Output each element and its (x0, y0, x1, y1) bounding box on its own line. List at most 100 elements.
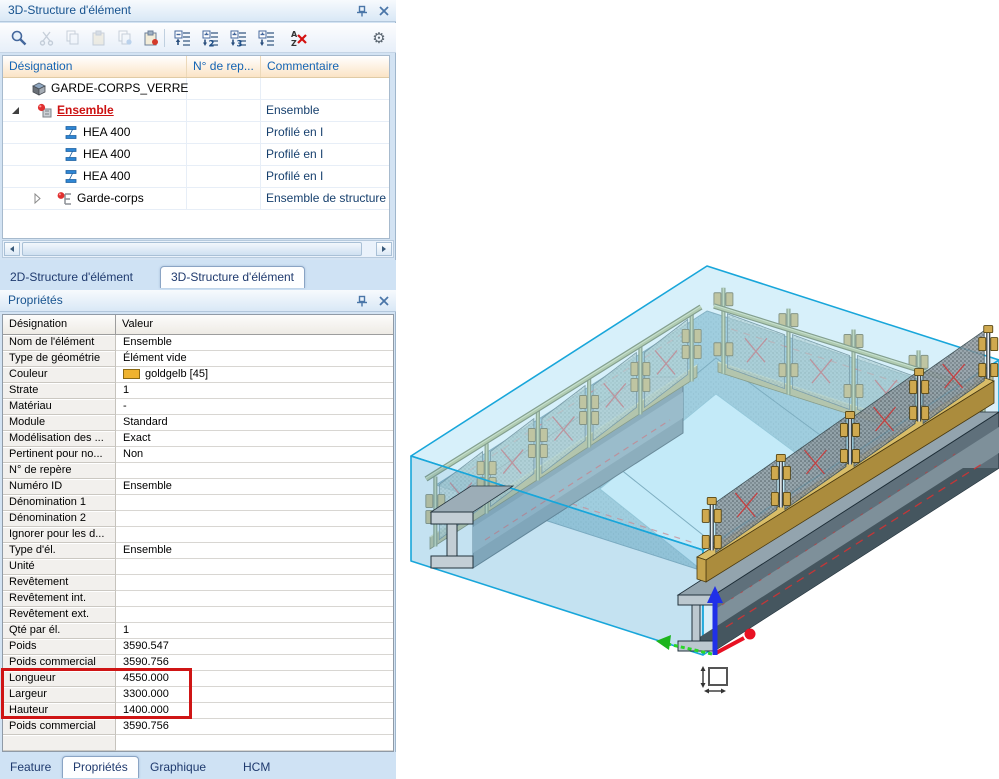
property-value[interactable]: Ensemble (123, 336, 172, 348)
scrollbar-thumb[interactable] (22, 242, 362, 256)
pin-icon[interactable] (354, 293, 370, 309)
axis-x-endpoint[interactable] (745, 629, 756, 640)
tree-header-nrep[interactable]: N° de rep... (187, 56, 261, 77)
scroll-right-button[interactable] (376, 242, 392, 256)
property-row[interactable]: Dénomination 2 (3, 511, 393, 527)
property-value[interactable]: goldgelb [45] (145, 368, 208, 380)
tree-row[interactable]: GARDE-CORPS_VERRE (3, 78, 389, 100)
tree-row[interactable]: HEA 400Profilé en I (3, 122, 389, 144)
expander-collapsed-icon[interactable] (31, 191, 43, 210)
scroll-left-button[interactable] (4, 242, 20, 256)
property-row[interactable]: Longueur4550.000 (3, 671, 393, 687)
property-value[interactable]: Non (123, 448, 143, 460)
cut-button[interactable] (36, 27, 58, 49)
expand-level-2-button[interactable]: 2 (200, 27, 222, 49)
property-row[interactable]: N° de repère (3, 463, 393, 479)
property-row[interactable]: Largeur3300.000 (3, 687, 393, 703)
property-row[interactable]: Type de géométrieÉlément vide (3, 351, 393, 367)
property-name: Matériau (3, 399, 116, 415)
tree-item-label[interactable]: Garde-corps (77, 191, 144, 205)
property-row[interactable]: Unité (3, 559, 393, 575)
search-filter-button[interactable] (8, 27, 30, 49)
property-row[interactable]: Couleurgoldgelb [45] (3, 367, 393, 383)
tree-row[interactable]: Garde-corpsEnsemble de structure (3, 188, 389, 210)
property-name: Modélisation des ... (3, 431, 116, 447)
resize-handle-icon[interactable] (701, 666, 728, 694)
tree-horizontal-scrollbar[interactable] (2, 240, 394, 258)
property-row[interactable]: Nom de l'élément Ensemble (3, 335, 393, 351)
property-row[interactable]: Poids commercial3590.756 (3, 655, 393, 671)
tab-3d-structure-d-l-ment[interactable]: 3D-Structure d'élément (160, 266, 305, 288)
tree-item-nrep (187, 100, 261, 121)
tree-item-label[interactable]: GARDE-CORPS_VERRE (51, 81, 188, 95)
tree-item-label[interactable]: HEA 400 (83, 169, 130, 183)
property-row[interactable]: Modélisation des ... Exact (3, 431, 393, 447)
tree-header[interactable]: Désignation N° de rep... Commentaire (3, 56, 389, 78)
property-row[interactable]: Type d'él.Ensemble (3, 543, 393, 559)
property-row[interactable]: Revêtement ext. (3, 607, 393, 623)
tree-item-label[interactable]: HEA 400 (83, 125, 130, 139)
property-value[interactable]: Exact (123, 432, 151, 444)
3d-viewport[interactable] (397, 0, 999, 779)
expand-level-3-button[interactable]: 3 (228, 27, 250, 49)
property-value[interactable]: 1 (123, 384, 129, 396)
property-value[interactable]: 3590.756 (123, 656, 169, 668)
color-swatch[interactable] (123, 369, 140, 379)
tab-propri-t-s[interactable]: Propriétés (62, 756, 139, 778)
property-name: Revêtement int. (3, 591, 116, 607)
property-name: Pertinent pour no... (3, 447, 116, 463)
property-value[interactable]: 3590.547 (123, 640, 169, 652)
property-value[interactable]: 4550.000 (123, 672, 169, 684)
tree-item-label[interactable]: Ensemble (57, 103, 114, 117)
property-row[interactable]: Pertinent pour no... Non (3, 447, 393, 463)
property-row[interactable]: Matériau- (3, 399, 393, 415)
settings-gear-button[interactable]: ⚙ (368, 27, 390, 49)
property-row[interactable]: Revêtement (3, 575, 393, 591)
remove-sort-button[interactable]: AZ (288, 27, 310, 49)
property-row[interactable] (3, 735, 393, 751)
property-row[interactable]: Poids commercial3590.756 (3, 719, 393, 735)
property-value[interactable]: Élément vide (123, 352, 187, 364)
property-value[interactable]: - (123, 400, 127, 412)
paste-button[interactable] (88, 27, 110, 49)
tree-row[interactable]: HEA 400Profilé en I (3, 166, 389, 188)
paste-special-button[interactable] (140, 27, 162, 49)
property-value[interactable]: Standard (123, 416, 168, 428)
tab-hcm[interactable]: HCM (243, 760, 270, 774)
property-name: Nom de l'élément (3, 335, 116, 351)
close-icon[interactable] (376, 293, 392, 309)
property-row[interactable]: Poids3590.547 (3, 639, 393, 655)
copy-with-reference-button[interactable] (114, 27, 136, 49)
property-row[interactable]: Numéro IDEnsemble (3, 479, 393, 495)
properties-panel-title: Propriétés (8, 293, 63, 307)
expand-all-button[interactable] (256, 27, 278, 49)
property-value[interactable]: 1 (123, 624, 129, 636)
expander-expanded-icon[interactable] (9, 103, 21, 122)
property-value[interactable]: Ensemble (123, 480, 172, 492)
property-value[interactable]: 3300.000 (123, 688, 169, 700)
tab-graphique[interactable]: Graphique (150, 760, 206, 774)
tab-2d-structure-d-l-ment[interactable]: 2D-Structure d'élément (10, 270, 133, 284)
tree-item-label[interactable]: HEA 400 (83, 147, 130, 161)
property-row[interactable]: Hauteur1400.000 (3, 703, 393, 719)
property-value[interactable]: Ensemble (123, 544, 172, 556)
tree-header-designation[interactable]: Désignation (3, 56, 187, 77)
property-row[interactable]: Revêtement int. (3, 591, 393, 607)
property-value[interactable]: 3590.756 (123, 720, 169, 732)
tree-header-comment[interactable]: Commentaire (261, 56, 389, 77)
property-row[interactable]: Ignorer pour les d... (3, 527, 393, 543)
3d-scene[interactable] (397, 0, 999, 779)
collapse-all-button[interactable] (172, 27, 194, 49)
property-row[interactable]: Qté par él.1 (3, 623, 393, 639)
property-value[interactable]: 1400.000 (123, 704, 169, 716)
property-row[interactable]: ModuleStandard (3, 415, 393, 431)
tab-feature[interactable]: Feature (10, 760, 51, 774)
close-icon[interactable] (376, 3, 392, 19)
tree-item-comment (261, 78, 389, 99)
tree-row[interactable]: HEA 400Profilé en I (3, 144, 389, 166)
property-row[interactable]: Strate1 (3, 383, 393, 399)
tree-row[interactable]: EnsembleEnsemble (3, 100, 389, 122)
property-row[interactable]: Dénomination 1 (3, 495, 393, 511)
copy-button[interactable] (62, 27, 84, 49)
pin-icon[interactable] (354, 3, 370, 19)
